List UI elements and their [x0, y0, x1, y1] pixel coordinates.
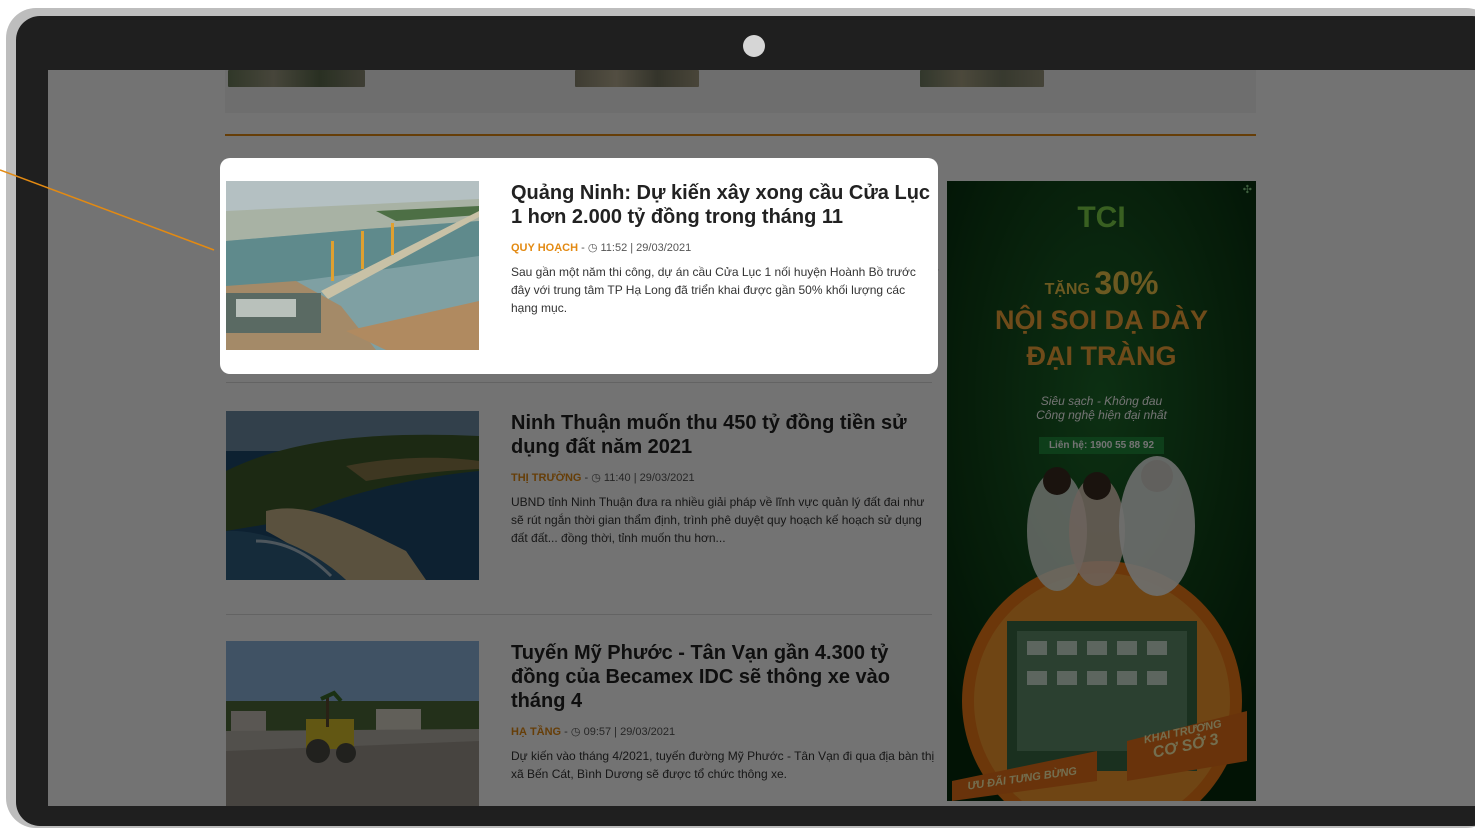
ad-contact-label[interactable]: Liên hệ: 1900 55 88 92: [1038, 437, 1165, 454]
article-time: 11:52 | 29/03/2021: [600, 242, 692, 254]
ad-headline: ĐẠI TRÀNG: [1026, 341, 1177, 371]
article-thumbnail[interactable]: [226, 411, 479, 580]
section-divider: [225, 134, 1256, 136]
article-title[interactable]: Tuyến Mỹ Phước - Tân Vạn gần 4.300 tỷ đồ…: [511, 641, 939, 713]
article-summary: Sau gần một năm thi công, dự án cầu Cửa …: [511, 265, 916, 315]
article-separator: [226, 382, 932, 383]
article-body: Ninh Thuận muốn thu 450 tỷ đồng tiền sử …: [511, 411, 939, 547]
article-time: 09:57 | 29/03/2021: [583, 726, 676, 738]
article-meta: THỊ TRƯỜNG - ◷ 11:40 | 29/03/2021: [511, 471, 939, 484]
related-thumbnail[interactable]: [575, 70, 699, 87]
ad-offer-prefix: TẶNG: [1044, 281, 1090, 298]
article-separator: [226, 614, 932, 615]
article-category[interactable]: THỊ TRƯỜNG: [511, 472, 581, 484]
ad-tagline: Công nghệ hiện đại nhất: [1036, 408, 1167, 422]
article-meta: QUY HOẠCH - ◷ 11:52 | 29/03/2021: [511, 241, 931, 254]
clock-icon: ◷: [570, 726, 581, 738]
article-card[interactable]: Tuyến Mỹ Phước - Tân Vạn gần 4.300 tỷ đồ…: [226, 641, 934, 806]
clock-icon: ◷: [587, 242, 598, 254]
meta-separator: -: [581, 242, 588, 254]
highlighted-article-card[interactable]: Quảng Ninh: Dự kiến xây xong cầu Cửa Lục…: [220, 158, 938, 374]
article-summary: Dự kiến vào tháng 4/2021, tuyến đường Mỹ…: [511, 749, 935, 781]
article-meta: HẠ TẦNG - ◷ 09:57 | 29/03/2021: [511, 725, 939, 738]
related-thumbnail[interactable]: [920, 70, 1044, 87]
article-title[interactable]: Quảng Ninh: Dự kiến xây xong cầu Cửa Lục…: [511, 181, 931, 229]
article-body: Quảng Ninh: Dự kiến xây xong cầu Cửa Lục…: [511, 181, 931, 317]
related-thumbnails-strip: [225, 70, 1256, 113]
clock-icon: ◷: [591, 472, 601, 484]
article-thumbnail[interactable]: [226, 641, 479, 806]
article-category[interactable]: QUY HOẠCH: [511, 242, 578, 254]
article-thumbnail[interactable]: [226, 181, 479, 350]
ad-offer: TẶNG 30%: [947, 265, 1256, 302]
meta-separator: -: [564, 726, 571, 738]
ad-choices-icon[interactable]: ✣: [1243, 183, 1252, 196]
advertisement-banner[interactable]: TCI TẶNG 30% NỘI SOI DẠ DÀY ĐẠI TRÀNG Si…: [947, 181, 1256, 801]
ad-logo: TCI: [1077, 201, 1126, 234]
browser-viewport: Quảng Ninh: Dự kiến xây xong cầu Cửa Lục…: [48, 70, 1475, 806]
ad-offer-value: 30%: [1094, 265, 1159, 301]
ad-contact: Liên hệ: 1900 55 88 92: [947, 435, 1256, 454]
article-category[interactable]: HẠ TẦNG: [511, 726, 561, 738]
page-content: Quảng Ninh: Dự kiến xây xong cầu Cửa Lục…: [48, 70, 1475, 806]
article-time: 11:40 | 29/03/2021: [603, 472, 695, 484]
webcam: [743, 35, 765, 57]
article-card[interactable]: Ninh Thuận muốn thu 450 tỷ đồng tiền sử …: [226, 411, 932, 581]
article-summary: UBND tỉnh Ninh Thuận đưa ra nhiều giải p…: [511, 495, 925, 545]
related-thumbnail[interactable]: [228, 70, 365, 87]
article-body: Tuyến Mỹ Phước - Tân Vạn gần 4.300 tỷ đồ…: [511, 641, 939, 783]
ad-headline: NỘI SOI DẠ DÀY: [994, 305, 1209, 335]
article-title[interactable]: Ninh Thuận muốn thu 450 tỷ đồng tiền sử …: [511, 411, 939, 459]
ad-tagline: Siêu sạch - Không đau: [1040, 394, 1163, 408]
